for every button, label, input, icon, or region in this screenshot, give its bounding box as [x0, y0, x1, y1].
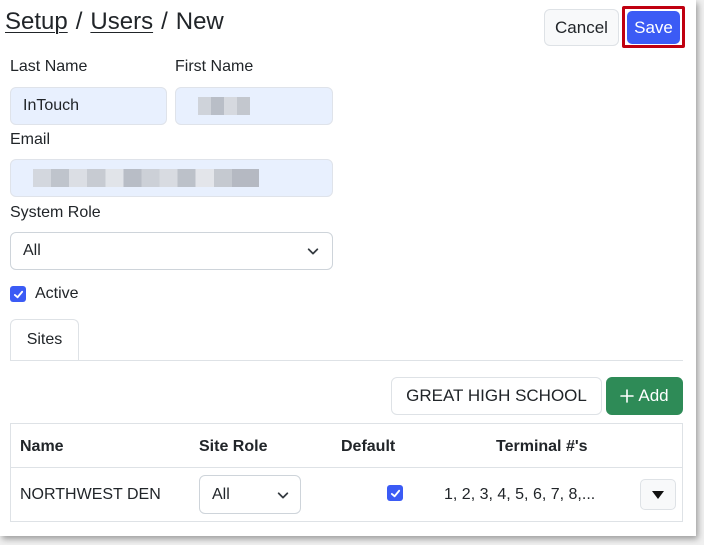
system-role-label: System Role [10, 204, 101, 221]
checkmark-icon [390, 489, 400, 497]
save-button[interactable]: Save [627, 11, 680, 44]
column-header-site-role: Site Role [199, 438, 268, 455]
breadcrumb-separator: / [161, 8, 168, 35]
active-label: Active [35, 285, 79, 302]
breadcrumb: Setup / Users / New [5, 8, 224, 36]
first-name-label: First Name [175, 58, 254, 75]
breadcrumb-users-link[interactable]: Users [90, 8, 153, 35]
first-name-redacted [198, 97, 250, 115]
column-header-default: Default [341, 438, 396, 455]
site-select-button[interactable]: GREAT HIGH SCHOOL [391, 377, 602, 415]
site-name-cell: NORTHWEST DEN [20, 486, 161, 503]
chevron-down-icon [277, 491, 289, 498]
email-field[interactable] [10, 159, 333, 197]
plus-icon [620, 389, 635, 403]
site-role-select[interactable]: All [199, 475, 301, 514]
email-label: Email [10, 131, 51, 148]
email-redacted [33, 169, 259, 187]
breadcrumb-setup-link[interactable]: Setup [5, 8, 68, 35]
caret-down-icon [652, 490, 664, 499]
tab-sites[interactable]: Sites [10, 319, 79, 361]
column-header-name: Name [20, 438, 64, 455]
last-name-label: Last Name [10, 58, 88, 75]
breadcrumb-separator: / [75, 8, 83, 35]
last-name-field[interactable]: InTouch [10, 87, 167, 125]
system-role-value: All [23, 242, 41, 259]
row-actions-dropdown-button[interactable] [640, 479, 676, 510]
site-role-value: All [212, 485, 230, 503]
cancel-button[interactable]: Cancel [544, 9, 619, 46]
terminals-cell: 1, 2, 3, 4, 5, 6, 7, 8,... [444, 486, 596, 503]
checkmark-icon [13, 290, 23, 298]
column-header-terminals: Terminal #'s [496, 438, 588, 455]
add-site-label: Add [638, 386, 669, 405]
first-name-field[interactable] [175, 87, 333, 125]
breadcrumb-current: New [175, 8, 224, 35]
add-site-button[interactable]: Add [606, 377, 683, 415]
last-name-value: InTouch [23, 97, 80, 114]
system-role-select[interactable]: All [10, 232, 333, 270]
sites-table: Name Site Role Default Terminal #'s NORT… [10, 423, 683, 522]
table-header-divider [11, 467, 682, 468]
default-checkbox[interactable] [387, 485, 403, 501]
active-checkbox[interactable] [10, 286, 26, 302]
tab-divider [10, 360, 683, 361]
chevron-down-icon [307, 248, 319, 255]
user-form-page: Setup / Users / New Cancel Save Last Name Fi… [0, 0, 696, 536]
